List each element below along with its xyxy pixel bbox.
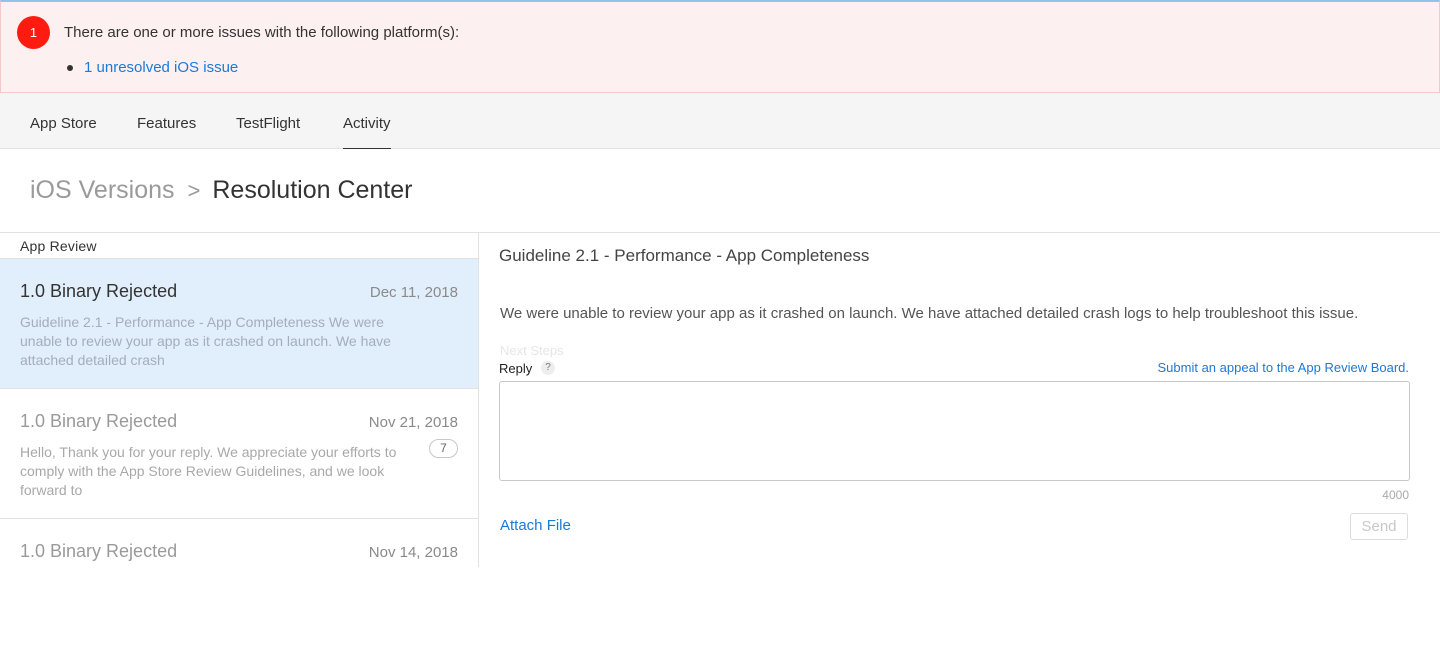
chevron-right-icon: > (187, 178, 201, 203)
list-item[interactable]: 1.0 Binary Rejected Nov 21, 2018 Hello, … (0, 388, 478, 518)
message-detail: Guideline 2.1 - Performance - App Comple… (480, 233, 1440, 567)
breadcrumb-ios-versions[interactable]: iOS Versions (30, 176, 175, 204)
item-title: 1.0 Binary Rejected (20, 281, 178, 301)
tab-bar: App Store Features TestFlight Activity (0, 93, 1440, 149)
item-title: 1.0 Binary Rejected (20, 411, 178, 431)
guideline-heading: Guideline 2.1 - Performance - App Comple… (499, 246, 870, 265)
issue-count-badge: 1 (17, 16, 50, 49)
tab-app-store[interactable]: App Store (30, 93, 97, 149)
message-list: App Review 1.0 Binary Rejected Dec 11, 2… (0, 233, 479, 567)
issues-banner: 1 There are one or more issues with the … (0, 0, 1440, 93)
banner-message: There are one or more issues with the fo… (64, 24, 460, 41)
tab-testflight[interactable]: TestFlight (236, 93, 300, 149)
character-count: 4000 (1382, 488, 1409, 502)
item-title: 1.0 Binary Rejected (20, 541, 178, 561)
item-date: Nov 14, 2018 (368, 544, 458, 561)
breadcrumb: iOS Versions > Resolution Center (30, 176, 413, 205)
item-date: Dec 11, 2018 (369, 284, 458, 301)
item-preview: Guideline 2.1 - Performance - App Comple… (20, 314, 391, 368)
reply-label: Reply (499, 361, 533, 376)
list-item[interactable]: 1.0 Binary Rejected Nov 14, 2018 (0, 518, 478, 648)
bullet-icon (67, 65, 73, 71)
list-heading: App Review (20, 238, 97, 254)
attach-file-link[interactable]: Attach File (500, 517, 571, 534)
faded-next-steps: Next Steps (500, 343, 564, 358)
send-button[interactable]: Send (1350, 513, 1408, 540)
tab-features[interactable]: Features (137, 93, 196, 149)
message-count-badge: 7 (429, 439, 458, 458)
appeal-link[interactable]: Submit an appeal to the App Review Board… (1158, 360, 1410, 375)
item-date: Nov 21, 2018 (368, 414, 458, 431)
list-item[interactable]: 1.0 Binary Rejected Dec 11, 2018 Guideli… (0, 258, 478, 388)
page-title: Resolution Center (212, 176, 413, 204)
help-icon[interactable]: ? (541, 361, 555, 375)
reply-input[interactable] (499, 381, 1410, 481)
tab-activity[interactable]: Activity (343, 93, 391, 149)
item-preview: Hello, Thank you for your reply. We appr… (20, 444, 397, 498)
message-body: We were unable to review your app as it … (500, 305, 1359, 322)
unresolved-ios-issue-link[interactable]: 1 unresolved iOS issue (84, 59, 238, 76)
